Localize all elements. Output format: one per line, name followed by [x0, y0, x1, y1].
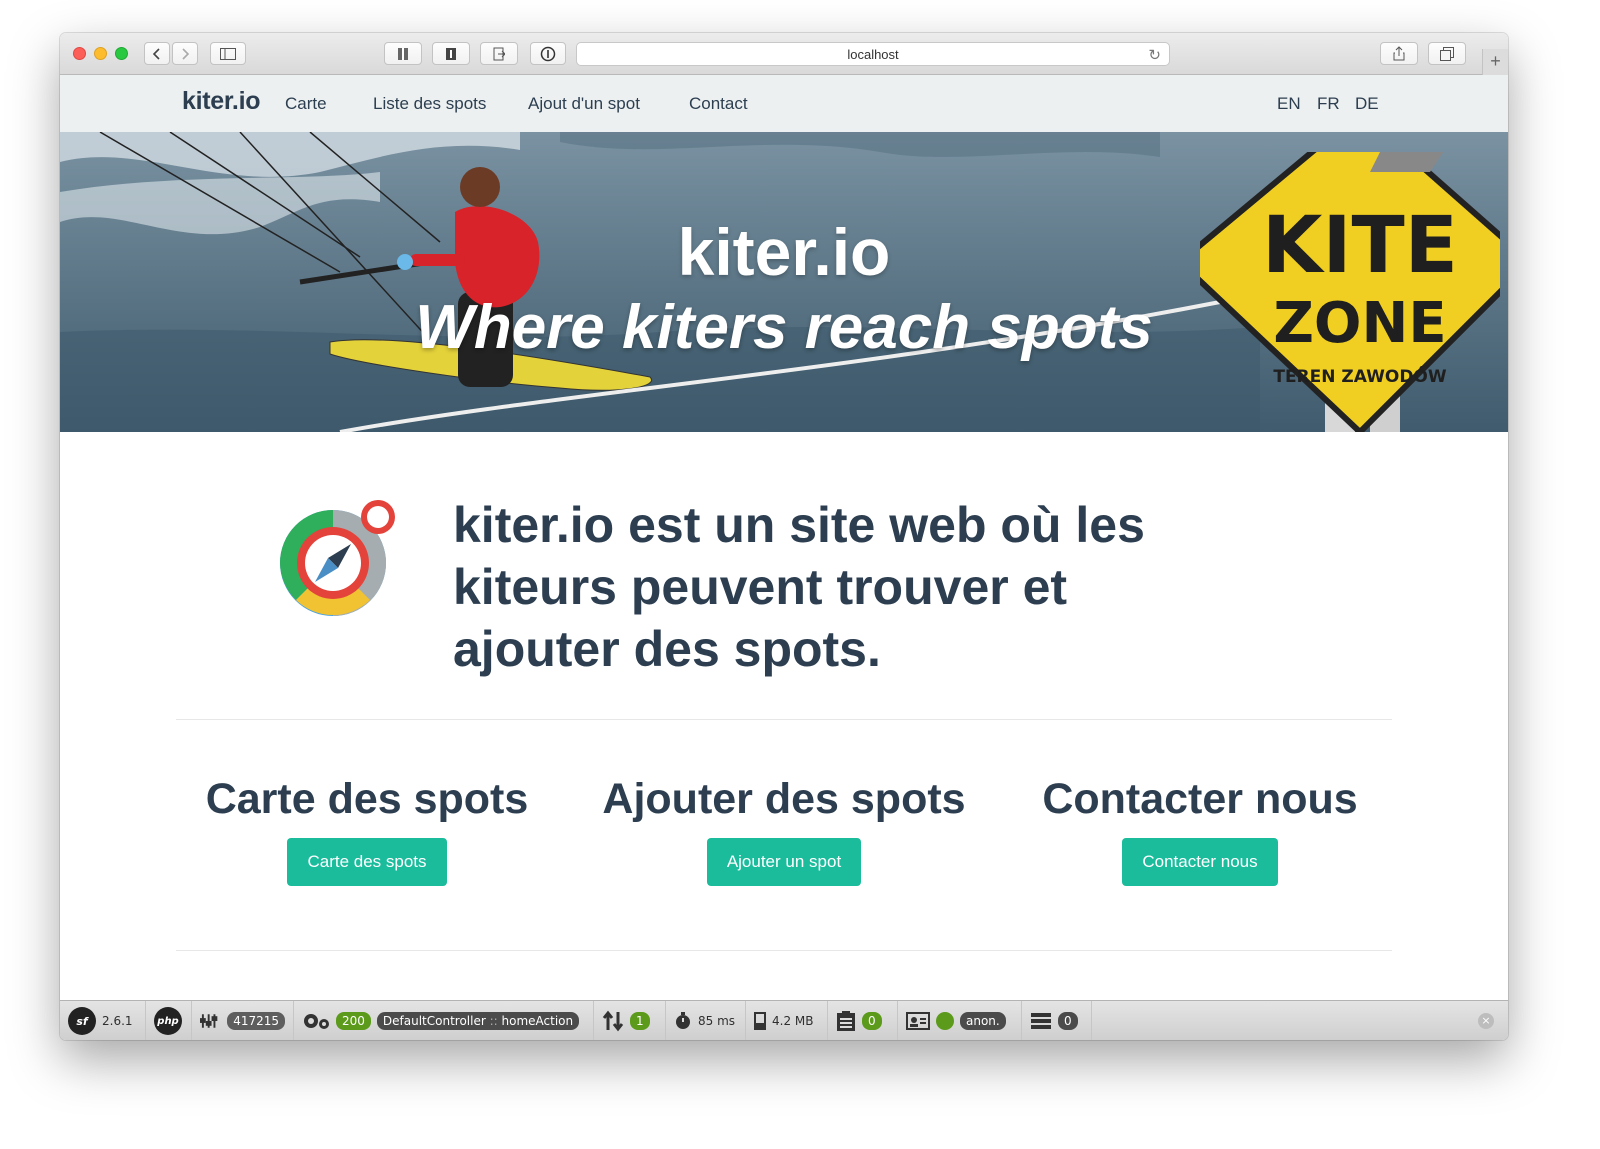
info-icon	[540, 46, 556, 61]
lang-fr[interactable]: FR	[1317, 94, 1340, 114]
chevron-right-icon	[182, 47, 190, 60]
browser-window: localhost ↻ + kiter.io Carte Liste des s…	[60, 33, 1508, 1040]
sf-memory[interactable]: 4.2 MB	[746, 1001, 828, 1040]
extension-button-2[interactable]	[432, 42, 470, 65]
address-bar[interactable]: localhost ↻	[576, 42, 1170, 66]
feature-map: Carte des spots Carte des spots	[157, 773, 577, 886]
hero-title: kiter.io	[677, 215, 891, 289]
sf-controller-name: DefaultController	[382, 1014, 486, 1028]
sf-action-name: homeAction	[501, 1014, 574, 1028]
section-divider-bottom	[176, 950, 1392, 951]
php-logo-icon: php	[154, 1007, 182, 1035]
ajax-arrows-icon	[602, 1010, 624, 1032]
forward-button[interactable]	[172, 42, 198, 65]
contact-button[interactable]: Contacter nous	[1122, 838, 1278, 886]
add-spot-button[interactable]: Ajouter un spot	[706, 838, 862, 886]
tabs-overview-button[interactable]	[1428, 42, 1466, 65]
extension-button-3[interactable]	[480, 42, 518, 65]
minimize-window-button[interactable]	[94, 47, 107, 60]
instapaper-icon	[446, 47, 456, 60]
symfony-logo-icon: sf	[68, 1007, 96, 1035]
sf-version-text: 2.6.1	[102, 1014, 133, 1028]
tabs-icon	[1440, 46, 1454, 61]
sidebar-icon	[220, 47, 236, 60]
extension-button-4[interactable]	[530, 42, 566, 65]
sign-subtitle-text: TEREN ZAWODÓW	[1273, 365, 1447, 387]
lang-en[interactable]: EN	[1277, 94, 1301, 114]
feature-contact: Contacter nous Contacter nous	[990, 773, 1410, 886]
hero-banner: KITE ZONE TEREN ZAWODÓW kiter.io Where k…	[60, 132, 1508, 432]
map-button[interactable]: Carte des spots	[287, 838, 447, 886]
close-window-button[interactable]	[73, 47, 86, 60]
share-icon	[1393, 46, 1405, 61]
sf-db[interactable]: 0	[1022, 1001, 1092, 1040]
sf-token[interactable]: 417215	[192, 1001, 294, 1040]
user-id-card-icon	[906, 1012, 930, 1030]
sf-memory-text: 4.2 MB	[772, 1014, 814, 1028]
clipboard-icon	[837, 1011, 855, 1031]
memory-icon	[754, 1012, 766, 1030]
intro-heading: kiter.io est un site web où les kiteurs …	[453, 497, 1145, 677]
database-icon	[1031, 1013, 1051, 1029]
sf-security[interactable]: anon.	[898, 1001, 1022, 1040]
new-tab-button[interactable]: +	[1482, 49, 1508, 75]
extension-button-1[interactable]	[384, 42, 422, 65]
feature-map-heading: Carte des spots	[205, 775, 529, 823]
sf-queries-badge: 0	[1058, 1012, 1078, 1030]
config-sliders-icon	[200, 1014, 218, 1028]
browser-toolbar: localhost ↻ +	[60, 33, 1508, 75]
close-toolbar-icon[interactable]: ×	[1478, 1013, 1494, 1029]
feature-add: Ajouter des spots Ajouter un spot	[574, 773, 994, 886]
sf-controller-badge: DefaultController :: homeAction	[376, 1012, 580, 1030]
site-navbar: kiter.io Carte Liste des spots Ajout d'u…	[60, 75, 1508, 132]
nav-link-contact[interactable]: Contact	[689, 94, 748, 114]
sf-ajax-badge: 1	[630, 1012, 650, 1030]
gears-icon	[304, 1014, 329, 1029]
stopwatch-icon	[676, 1012, 690, 1029]
book-icon	[398, 47, 408, 60]
reload-icon[interactable]: ↻	[1148, 46, 1161, 64]
feature-contact-heading: Contacter nous	[1042, 775, 1358, 823]
lang-de[interactable]: DE	[1355, 94, 1379, 114]
sf-controller-separator: ::	[489, 1014, 498, 1028]
sf-token-badge: 417215	[227, 1012, 285, 1030]
sf-version[interactable]: sf 2.6.1	[60, 1001, 146, 1040]
zoom-window-button[interactable]	[115, 47, 128, 60]
sf-forms[interactable]: 0	[828, 1001, 898, 1040]
nav-link-carte[interactable]: Carte	[285, 94, 327, 114]
export-icon	[493, 47, 505, 60]
symfony-debug-toolbar: sf 2.6.1 php 417215 200 DefaultControlle…	[60, 1000, 1508, 1040]
sf-request-info[interactable]: 200 DefaultController :: homeAction	[294, 1001, 594, 1040]
nav-link-liste-des-spots[interactable]: Liste des spots	[373, 94, 486, 114]
brand-logo[interactable]: kiter.io	[182, 87, 261, 116]
sf-time-text: 85 ms	[698, 1014, 736, 1028]
section-divider-top	[176, 719, 1392, 720]
compass-logo-icon	[280, 500, 395, 616]
sf-ajax[interactable]: 1	[594, 1001, 666, 1040]
url-text: localhost	[847, 46, 899, 62]
back-button[interactable]	[144, 42, 170, 65]
sf-time[interactable]: 85 ms	[666, 1001, 746, 1040]
sf-php-info[interactable]: php	[146, 1001, 192, 1040]
sf-user-status-dot	[936, 1012, 954, 1030]
share-button[interactable]	[1380, 42, 1418, 65]
sf-user-badge: anon.	[960, 1012, 1006, 1030]
feature-add-heading: Ajouter des spots	[602, 775, 966, 823]
hero-tagline: Where kiters reach spots	[415, 293, 1153, 362]
nav-link-ajout-spot[interactable]: Ajout d'un spot	[528, 94, 640, 114]
sf-status-code-badge: 200	[336, 1012, 371, 1030]
chevron-left-icon	[152, 47, 160, 60]
sf-forms-badge: 0	[862, 1012, 882, 1030]
sidebar-toggle-button[interactable]	[210, 42, 246, 65]
